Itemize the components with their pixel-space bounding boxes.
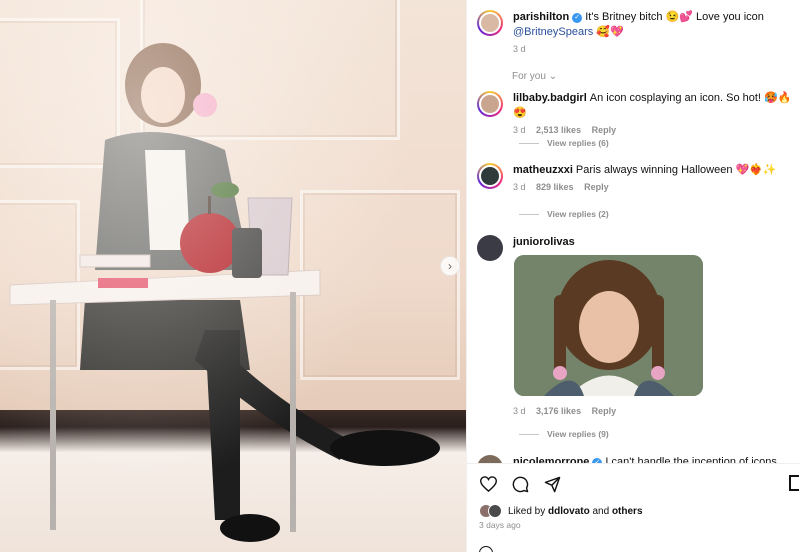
author-username[interactable]: parishilton bbox=[513, 11, 569, 23]
view-replies-button[interactable]: View replies (6) bbox=[519, 138, 609, 148]
avatar[interactable] bbox=[477, 163, 503, 189]
comment-likes[interactable]: 3,176 likes bbox=[536, 406, 581, 416]
heart-icon[interactable] bbox=[479, 475, 497, 493]
comment-filter-dropdown[interactable]: For you ⌄ bbox=[512, 71, 557, 82]
liked-by-and: and bbox=[592, 505, 610, 517]
liked-by[interactable]: Liked by ddlovato and others bbox=[479, 504, 643, 518]
comment-username[interactable]: lilbaby.badgirl bbox=[513, 92, 587, 104]
post-viewer: › parishilton ✓ It's Britney bitch 😉💕 Love… bbox=[0, 0, 800, 552]
emoji-icon[interactable] bbox=[479, 546, 493, 552]
view-replies-label: View replies (9) bbox=[547, 429, 609, 439]
divider bbox=[519, 213, 539, 215]
comment-time: 3 d bbox=[513, 125, 526, 135]
caption-mention-link[interactable]: @BritneySpears bbox=[513, 26, 593, 38]
filter-label: For you bbox=[512, 71, 546, 82]
comment-meta: 3 d 3,176 likes Reply bbox=[513, 406, 616, 416]
liked-by-user[interactable]: ddlovato bbox=[548, 506, 590, 517]
avatar[interactable] bbox=[477, 10, 503, 36]
bookmark-icon[interactable] bbox=[789, 475, 799, 491]
chevron-right-icon: › bbox=[448, 259, 452, 273]
avatar[interactable] bbox=[477, 91, 503, 117]
next-slide-button[interactable]: › bbox=[440, 256, 460, 276]
comment-icon[interactable] bbox=[511, 475, 529, 493]
view-replies-button[interactable]: View replies (9) bbox=[519, 429, 609, 439]
post-caption: parishilton ✓ It's Britney bitch 😉💕 Love y… bbox=[477, 10, 797, 54]
view-replies-button[interactable]: View replies (2) bbox=[519, 209, 609, 219]
reply-button[interactable]: Reply bbox=[584, 182, 609, 192]
post-actions: Liked by ddlovato and others 3 days ago bbox=[467, 463, 800, 552]
liked-by-prefix: Liked by bbox=[508, 505, 546, 517]
comment-gif[interactable] bbox=[514, 255, 703, 396]
gif-illustration bbox=[514, 255, 703, 396]
comment-text: Paris always winning Halloween 💖❤️‍🔥✨ bbox=[575, 164, 777, 176]
caption-text: It's Britney bitch 😉💕 Love you icon bbox=[585, 11, 764, 23]
divider bbox=[519, 142, 539, 144]
divider bbox=[519, 433, 539, 435]
chevron-down-icon: ⌄ bbox=[548, 71, 558, 82]
comment-time: 3 d bbox=[513, 406, 526, 416]
comment-item: matheuzxxi Paris always winning Halloween… bbox=[477, 163, 797, 192]
caption-emoji: 🥰💖 bbox=[596, 26, 624, 38]
comment-time: 3 d bbox=[513, 182, 526, 192]
reply-button[interactable]: Reply bbox=[592, 406, 617, 416]
liker-avatars bbox=[479, 504, 502, 518]
post-image[interactable]: › bbox=[0, 0, 466, 552]
liked-by-others[interactable]: others bbox=[612, 506, 643, 517]
light-glow bbox=[0, 0, 466, 552]
view-replies-label: View replies (2) bbox=[547, 209, 609, 219]
post-age: 3 days ago bbox=[479, 520, 521, 530]
reply-button[interactable]: Reply bbox=[592, 125, 617, 135]
caption-time: 3 d bbox=[513, 44, 764, 54]
comment-likes[interactable]: 2,513 likes bbox=[536, 125, 581, 135]
comment-username[interactable]: juniorolivas bbox=[513, 236, 575, 248]
avatar[interactable] bbox=[477, 235, 503, 261]
verified-icon: ✓ bbox=[572, 13, 583, 23]
comment-likes[interactable]: 829 likes bbox=[536, 182, 574, 192]
share-icon[interactable] bbox=[543, 475, 561, 493]
comment-username[interactable]: matheuzxxi bbox=[513, 164, 573, 176]
view-replies-label: View replies (6) bbox=[547, 138, 609, 148]
comment-item: lilbaby.badgirl An icon cosplaying an ico… bbox=[477, 91, 797, 135]
timestamp: 3 d bbox=[513, 44, 526, 54]
